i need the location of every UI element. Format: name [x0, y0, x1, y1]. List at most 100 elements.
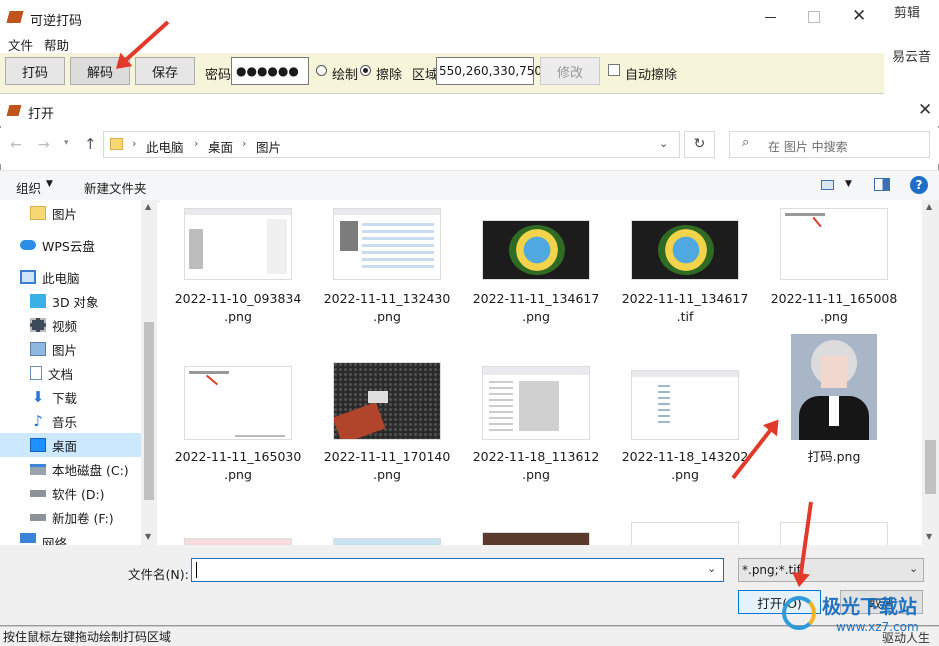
forward-icon[interactable]: → [38, 137, 50, 153]
refresh-button[interactable]: ↻ [684, 131, 715, 158]
nav-item-downloads[interactable]: ⬇ 下载 [0, 385, 141, 409]
file-thumbnail[interactable] [184, 538, 292, 545]
view-options-icon[interactable] [821, 180, 834, 190]
modify-button[interactable]: 修改 [540, 57, 600, 85]
network-icon [20, 533, 36, 543]
minimize-icon[interactable] [765, 17, 776, 18]
breadcrumb-pictures[interactable]: 图片 [256, 137, 281, 156]
drive-icon [30, 463, 46, 475]
nav-item-music[interactable]: ♪ 音乐 [0, 409, 141, 433]
desktop-icon [30, 438, 46, 452]
nav-item-drive-c[interactable]: 本地磁盘 (C:) [0, 457, 141, 481]
nav-scrollbar[interactable]: ▲ ▼ [141, 200, 157, 545]
file-thumbnail[interactable] [184, 366, 292, 440]
file-name[interactable]: 2022-11-11_134617 .tif [610, 290, 760, 326]
file-name[interactable]: 2022-11-11_134617 .png [461, 290, 611, 326]
maximize-icon[interactable] [808, 11, 820, 23]
watermark-brand: 极光下载站 [822, 596, 918, 618]
chevron-down-icon[interactable]: ⌄ [707, 562, 716, 575]
nav-item-network[interactable]: 网络 [0, 533, 141, 545]
file-name[interactable]: 2022-11-10_093834 .png [163, 290, 313, 326]
file-name[interactable]: 2022-11-11_170140 .png [312, 448, 462, 484]
auto-erase-checkbox[interactable] [608, 64, 620, 76]
erase-label: 擦除 [376, 68, 403, 83]
scroll-up-icon[interactable]: ▲ [926, 202, 932, 211]
nav-item-videos[interactable]: 视频 [0, 313, 141, 337]
file-name-line1: 2022-11-11_132430 [323, 291, 451, 306]
dialog-close-icon[interactable]: ✕ [918, 100, 932, 120]
file-thumbnail[interactable] [631, 370, 739, 440]
scroll-down-icon[interactable]: ▼ [926, 532, 932, 541]
scroll-thumb[interactable] [144, 322, 154, 500]
breadcrumb-desktop[interactable]: 桌面 [208, 137, 233, 156]
organize-menu[interactable]: 组织 [16, 178, 41, 197]
mark-button[interactable]: 打码 [5, 57, 65, 85]
file-thumbnail[interactable] [333, 208, 441, 280]
command-bar: 组织 ▼ 新建文件夹 ▼ ? [0, 170, 939, 202]
address-bar[interactable]: › 此电脑 › 桌面 › 图片 ⌄ [103, 131, 680, 158]
nav-item-pictures[interactable]: 图片 [0, 337, 141, 361]
file-thumbnail[interactable] [780, 522, 888, 545]
file-thumbnail[interactable] [631, 220, 739, 280]
nav-item-3d-objects[interactable]: 3D 对象 [0, 289, 141, 313]
save-button[interactable]: 保存 [135, 57, 195, 85]
file-thumbnail[interactable] [780, 208, 888, 280]
nav-item-wps-cloud[interactable]: WPS云盘 [0, 233, 141, 257]
up-icon[interactable]: ↑ [84, 135, 97, 153]
file-thumbnail[interactable] [482, 220, 590, 280]
nav-item-desktop[interactable]: 桌面 [0, 433, 141, 457]
file-thumbnail[interactable] [631, 522, 739, 545]
file-name[interactable]: 2022-11-11_165008 .png [759, 290, 909, 326]
file-name[interactable]: 2022-11-11_165030 .png [163, 448, 313, 484]
recent-dropdown-icon[interactable]: ▾ [64, 138, 69, 148]
file-name[interactable]: 2022-11-11_132430 .png [312, 290, 462, 326]
file-thumbnail[interactable] [184, 208, 292, 280]
menu-help[interactable]: 帮助 [44, 35, 69, 54]
scroll-up-icon[interactable]: ▲ [145, 202, 151, 211]
password-label: 密码 [205, 68, 232, 83]
nav-label: 图片 [52, 206, 78, 222]
search-placeholder: 在 图片 中搜索 [768, 140, 848, 154]
nav-label: 桌面 [52, 438, 78, 454]
menu-file[interactable]: 文件 [8, 35, 33, 54]
file-thumbnail[interactable] [791, 334, 877, 440]
file-thumbnail[interactable] [333, 538, 441, 545]
filename-input[interactable]: ⌄ [191, 558, 724, 582]
nav-item-pictures-quick[interactable]: 图片 [0, 201, 141, 225]
view-chevron-icon[interactable]: ▼ [845, 179, 852, 189]
file-name[interactable]: 打码.png [759, 448, 909, 466]
back-icon[interactable]: ← [10, 137, 22, 153]
music-icon: ♪ [33, 412, 43, 430]
nav-item-drive-d[interactable]: 软件 (D:) [0, 481, 141, 505]
help-icon[interactable]: ? [910, 176, 928, 194]
password-field[interactable]: ●●●●●● [231, 57, 309, 85]
breadcrumb-this-pc[interactable]: 此电脑 [146, 137, 184, 156]
close-icon[interactable]: ✕ [852, 6, 866, 26]
file-list: 2022-11-10_093834 .png 2022-11-11_132430.… [160, 200, 939, 545]
chevron-down-icon[interactable]: ⌄ [659, 137, 668, 150]
app-logo-icon [6, 11, 24, 23]
file-name-line2: .png [522, 309, 550, 324]
scroll-down-icon[interactable]: ▼ [145, 532, 151, 541]
nav-item-documents[interactable]: 文档 [0, 361, 141, 385]
new-folder-button[interactable]: 新建文件夹 [84, 178, 147, 197]
nav-item-this-pc[interactable]: 此电脑 [0, 265, 141, 289]
bg-fragment-2: 易云音 [892, 50, 932, 65]
file-name-line1: 2022-11-11_170140 [323, 449, 451, 464]
draw-radio[interactable] [316, 65, 327, 76]
file-thumbnail[interactable] [482, 366, 590, 440]
file-thumbnail[interactable] [333, 362, 441, 440]
scroll-thumb[interactable] [925, 440, 936, 494]
file-name[interactable]: 2022-11-18_113612 .png [461, 448, 611, 484]
files-scrollbar[interactable]: ▲ ▼ [922, 200, 939, 545]
app-title: 可逆打码 [30, 14, 83, 29]
file-name[interactable]: 2022-11-18_143202 .png [610, 448, 760, 484]
preview-pane-icon[interactable] [874, 178, 890, 191]
search-box[interactable]: ⌕ 在 图片 中搜索 [729, 131, 930, 158]
file-thumbnail[interactable] [482, 532, 590, 545]
file-type-select[interactable]: *.png;*.tif ⌄ [738, 558, 924, 582]
nav-item-drive-f[interactable]: 新加卷 (F:) [0, 505, 141, 529]
region-field[interactable]: 550,260,330,750 [436, 57, 542, 85]
text-cursor [196, 562, 197, 578]
erase-radio[interactable] [360, 65, 371, 76]
